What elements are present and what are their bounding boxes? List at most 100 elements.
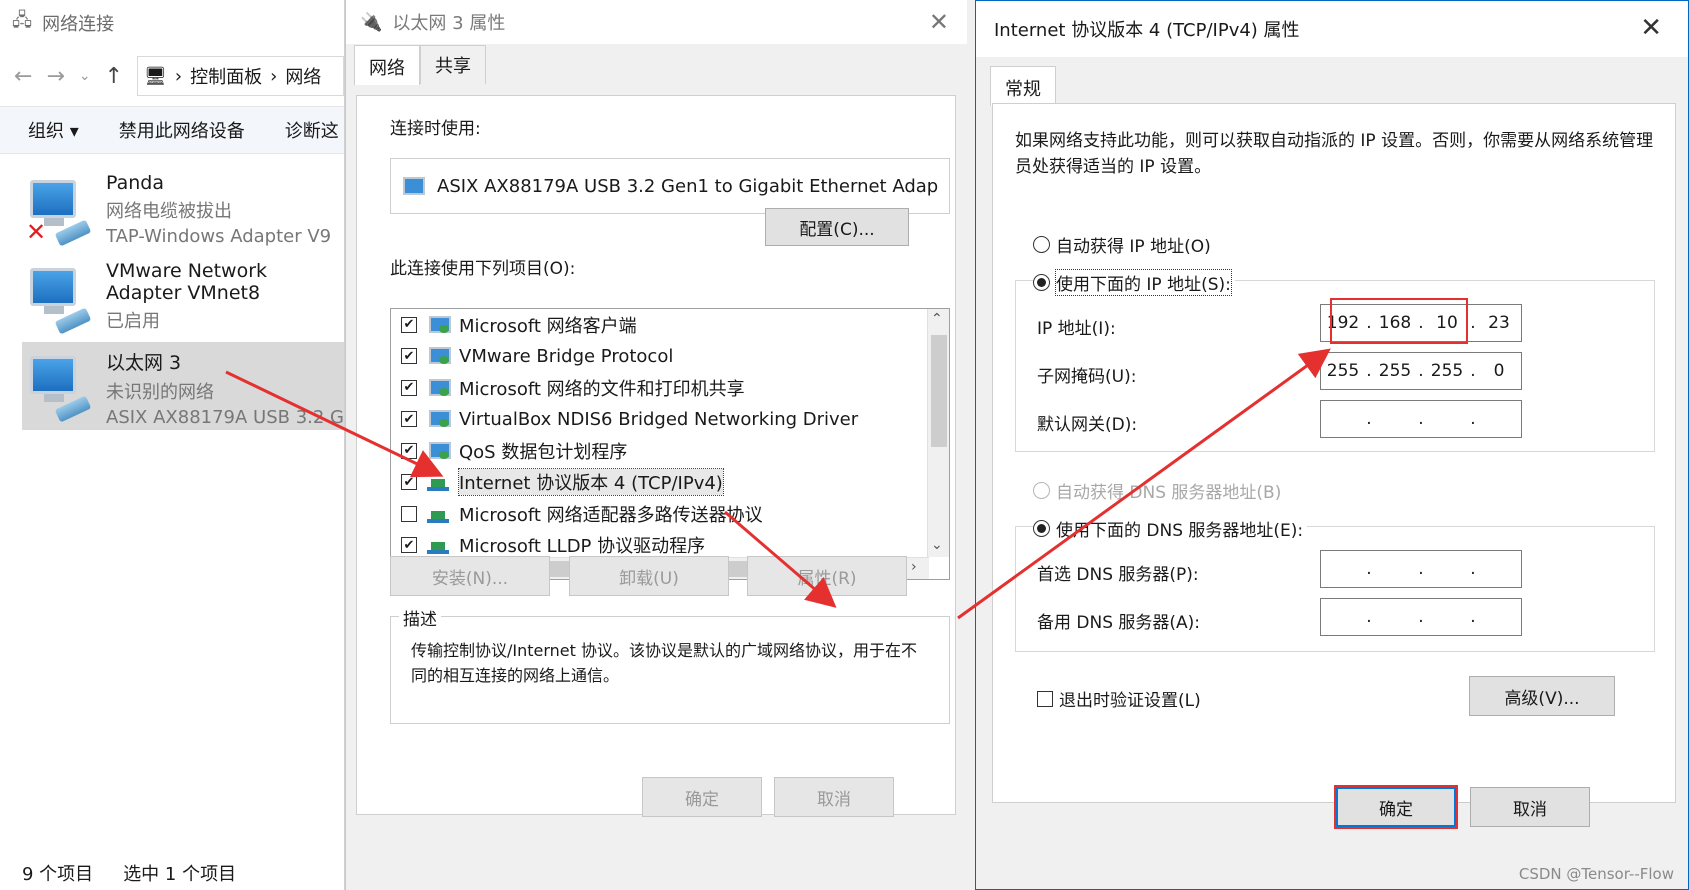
preferred-dns-label: 首选 DNS 服务器(P): bbox=[1037, 565, 1199, 585]
scroll-thumb[interactable] bbox=[931, 335, 947, 447]
tab-strip: 常规 bbox=[976, 65, 1688, 106]
connection-item-panda[interactable]: ✕ Panda 网络电缆被拔出 TAP-Windows Adapter V9 bbox=[0, 166, 344, 254]
adapter-name: ASIX AX88179A USB 3.2 Gen1 to Gigabit Et… bbox=[437, 175, 939, 197]
cancel-button[interactable]: 取消 bbox=[774, 777, 894, 817]
recent-chevron-down-icon[interactable]: ⌄ bbox=[79, 68, 91, 84]
connection-item-ethernet3[interactable]: 以太网 3 未识别的网络 ASIX AX88179A USB 3.2 Gen1 bbox=[22, 342, 344, 430]
titlebar: 🖧 网络连接 bbox=[0, 0, 344, 46]
component-item[interactable]: ✔ Internet 协议版本 4 (TCP/IPv4) bbox=[391, 467, 949, 499]
radio-dot bbox=[1033, 274, 1050, 291]
scroll-down-icon[interactable]: ⌄ bbox=[931, 537, 943, 553]
checkbox-checked[interactable]: ✔ bbox=[401, 537, 417, 554]
cancel-button[interactable]: 取消 bbox=[1470, 787, 1590, 827]
radio-dot bbox=[1033, 236, 1050, 253]
connection-name: Panda bbox=[106, 172, 164, 194]
forward-arrow-icon[interactable]: → bbox=[46, 64, 64, 89]
checkbox-box bbox=[1037, 690, 1053, 707]
client-icon bbox=[427, 347, 451, 365]
properties-button[interactable]: 属性(R) bbox=[747, 556, 907, 596]
install-button[interactable]: 安装(N)... bbox=[390, 556, 550, 596]
checkbox-checked[interactable]: ✔ bbox=[401, 411, 417, 428]
disable-device-button[interactable]: 禁用此网络设备 bbox=[119, 117, 245, 143]
preferred-dns-input[interactable]: . . . bbox=[1320, 550, 1522, 588]
ok-button[interactable]: 确定 bbox=[642, 777, 762, 817]
component-item[interactable]: ✔ Microsoft 网络客户端 bbox=[391, 309, 949, 341]
advanced-button[interactable]: 高级(V)... bbox=[1469, 676, 1615, 716]
general-tab-panel: 如果网络支持此功能，则可以获取自动指派的 IP 设置。否则，你需要从网络系统管理… bbox=[992, 103, 1676, 803]
watermark-text: CSDN @Tensor--Flow bbox=[1518, 865, 1674, 883]
titlebar: 🔌 以太网 3 属性 ✕ bbox=[346, 0, 967, 44]
network-adapter-icon bbox=[26, 348, 92, 423]
uninstall-button[interactable]: 卸载(U) bbox=[569, 556, 729, 596]
command-bar: 组织 ▾ 禁用此网络设备 诊断这 bbox=[0, 106, 344, 154]
radio-label: 自动获得 IP 地址(O) bbox=[1056, 237, 1211, 257]
client-icon bbox=[427, 410, 451, 428]
connection-status: 未识别的网络 bbox=[106, 382, 214, 403]
diagnose-button[interactable]: 诊断这 bbox=[285, 117, 339, 143]
tab-strip: 网络 共享 bbox=[346, 44, 967, 85]
checkbox-checked[interactable]: ✔ bbox=[401, 379, 417, 396]
dialog-title: Internet 协议版本 4 (TCP/IPv4) 属性 bbox=[994, 20, 1300, 41]
component-item[interactable]: Microsoft 网络适配器多路传送器协议 bbox=[391, 498, 949, 530]
manual-ip-radio[interactable]: 使用下面的 IP 地址(S): bbox=[1033, 269, 1235, 296]
vertical-scrollbar[interactable]: ⌃ ⌄ bbox=[927, 309, 949, 557]
tab-sharing[interactable]: 共享 bbox=[420, 45, 486, 84]
ipv4-properties-dialog: Internet 协议版本 4 (TCP/IPv4) 属性 ✕ 常规 如果网络支… bbox=[975, 0, 1689, 890]
scroll-right-icon[interactable]: › bbox=[911, 559, 917, 575]
address-bar[interactable]: 🖥 › 控制面板 › 网络 bbox=[137, 56, 344, 96]
network-connections-window: 🖧 网络连接 ← → ⌄ ↑ 🖥 › 控制面板 › 网络 组织 ▾ 禁用此网络设… bbox=[0, 0, 345, 890]
breadcrumb-separator-icon: › bbox=[174, 65, 183, 87]
connection-list: ✕ Panda 网络电缆被拔出 TAP-Windows Adapter V9 V… bbox=[0, 154, 344, 430]
mask-octet-4: 0 bbox=[1493, 361, 1505, 381]
up-arrow-icon[interactable]: ↑ bbox=[105, 64, 123, 89]
component-item[interactable]: ✔ VirtualBox NDIS6 Bridged Networking Dri… bbox=[391, 404, 949, 436]
components-list[interactable]: ✔ Microsoft 网络客户端 ✔ VMware Bridge Protocol ✔… bbox=[390, 308, 950, 580]
connection-device: TAP-Windows Adapter V9 bbox=[106, 226, 332, 247]
connection-name: VMware Network Adapter VMnet8 bbox=[106, 260, 268, 304]
close-icon[interactable]: ✕ bbox=[929, 8, 949, 36]
description-text: 传输控制协议/Internet 协议。该协议是默认的广域网络协议，用于在不同的相… bbox=[411, 641, 918, 685]
highlight-box bbox=[1330, 298, 1468, 344]
component-item[interactable]: ✔ VMware Bridge Protocol bbox=[391, 341, 949, 373]
component-label: QoS 数据包计划程序 bbox=[459, 441, 628, 463]
highlight-box bbox=[1334, 785, 1458, 829]
disconnected-x-icon: ✕ bbox=[26, 218, 47, 246]
checkbox-checked[interactable]: ✔ bbox=[401, 348, 417, 365]
component-item[interactable]: ✔ QoS 数据包计划程序 bbox=[391, 435, 949, 467]
mask-octet-1: 255 bbox=[1326, 361, 1360, 381]
checkbox-label: 退出时验证设置(L) bbox=[1059, 691, 1201, 711]
checkbox-checked[interactable]: ✔ bbox=[401, 442, 417, 459]
items-label: 此连接使用下列项目(O): bbox=[390, 259, 576, 279]
intro-text: 如果网络支持此功能，则可以获取自动指派的 IP 设置。否则，你需要从网络系统管理… bbox=[1015, 131, 1654, 178]
back-arrow-icon[interactable]: ← bbox=[14, 64, 32, 89]
component-item[interactable]: ✔ Microsoft 网络的文件和打印机共享 bbox=[391, 372, 949, 404]
alternate-dns-input[interactable]: . . . bbox=[1320, 598, 1522, 636]
tab-network[interactable]: 网络 bbox=[354, 45, 420, 85]
subnet-mask-input[interactable]: 255. 255. 255. 0 bbox=[1320, 352, 1522, 390]
breadcrumb-network[interactable]: 网络 bbox=[285, 63, 321, 89]
auto-dns-radio[interactable]: 自动获得 DNS 服务器地址(B) bbox=[1033, 478, 1281, 503]
auto-ip-radio[interactable]: 自动获得 IP 地址(O) bbox=[1033, 232, 1211, 257]
radio-label: 使用下面的 IP 地址(S): bbox=[1055, 269, 1232, 296]
gateway-input[interactable]: . . . bbox=[1320, 400, 1522, 438]
organize-button[interactable]: 组织 ▾ bbox=[28, 117, 79, 143]
connection-item-vmnet8[interactable]: VMware Network Adapter VMnet8 已启用 bbox=[0, 254, 344, 342]
client-icon bbox=[427, 315, 451, 334]
checkbox-checked[interactable]: ✔ bbox=[401, 316, 417, 333]
protocol-icon bbox=[427, 536, 449, 555]
item-count: 9 个项目 bbox=[22, 864, 94, 885]
breadcrumb-control-panel[interactable]: 控制面板 bbox=[190, 63, 262, 89]
close-icon[interactable]: ✕ bbox=[1640, 13, 1662, 43]
component-label: Internet 协议版本 4 (TCP/IPv4) bbox=[458, 468, 724, 497]
scroll-up-icon[interactable]: ⌃ bbox=[931, 311, 943, 327]
checkbox-unchecked[interactable] bbox=[401, 505, 417, 522]
tab-general[interactable]: 常规 bbox=[990, 66, 1056, 106]
radio-label: 自动获得 DNS 服务器地址(B) bbox=[1056, 483, 1282, 503]
mask-octet-2: 255 bbox=[1378, 361, 1412, 381]
manual-dns-radio[interactable]: 使用下面的 DNS 服务器地址(E): bbox=[1033, 516, 1308, 541]
description-group: 描述 传输控制协议/Internet 协议。该协议是默认的广域网络协议，用于在不… bbox=[390, 605, 950, 724]
configure-button[interactable]: 配置(C)... bbox=[765, 208, 909, 246]
validate-checkbox[interactable]: 退出时验证设置(L) bbox=[1037, 686, 1201, 711]
checkbox-checked[interactable]: ✔ bbox=[401, 474, 417, 491]
adapter-field: ASIX AX88179A USB 3.2 Gen1 to Gigabit Et… bbox=[390, 158, 950, 214]
